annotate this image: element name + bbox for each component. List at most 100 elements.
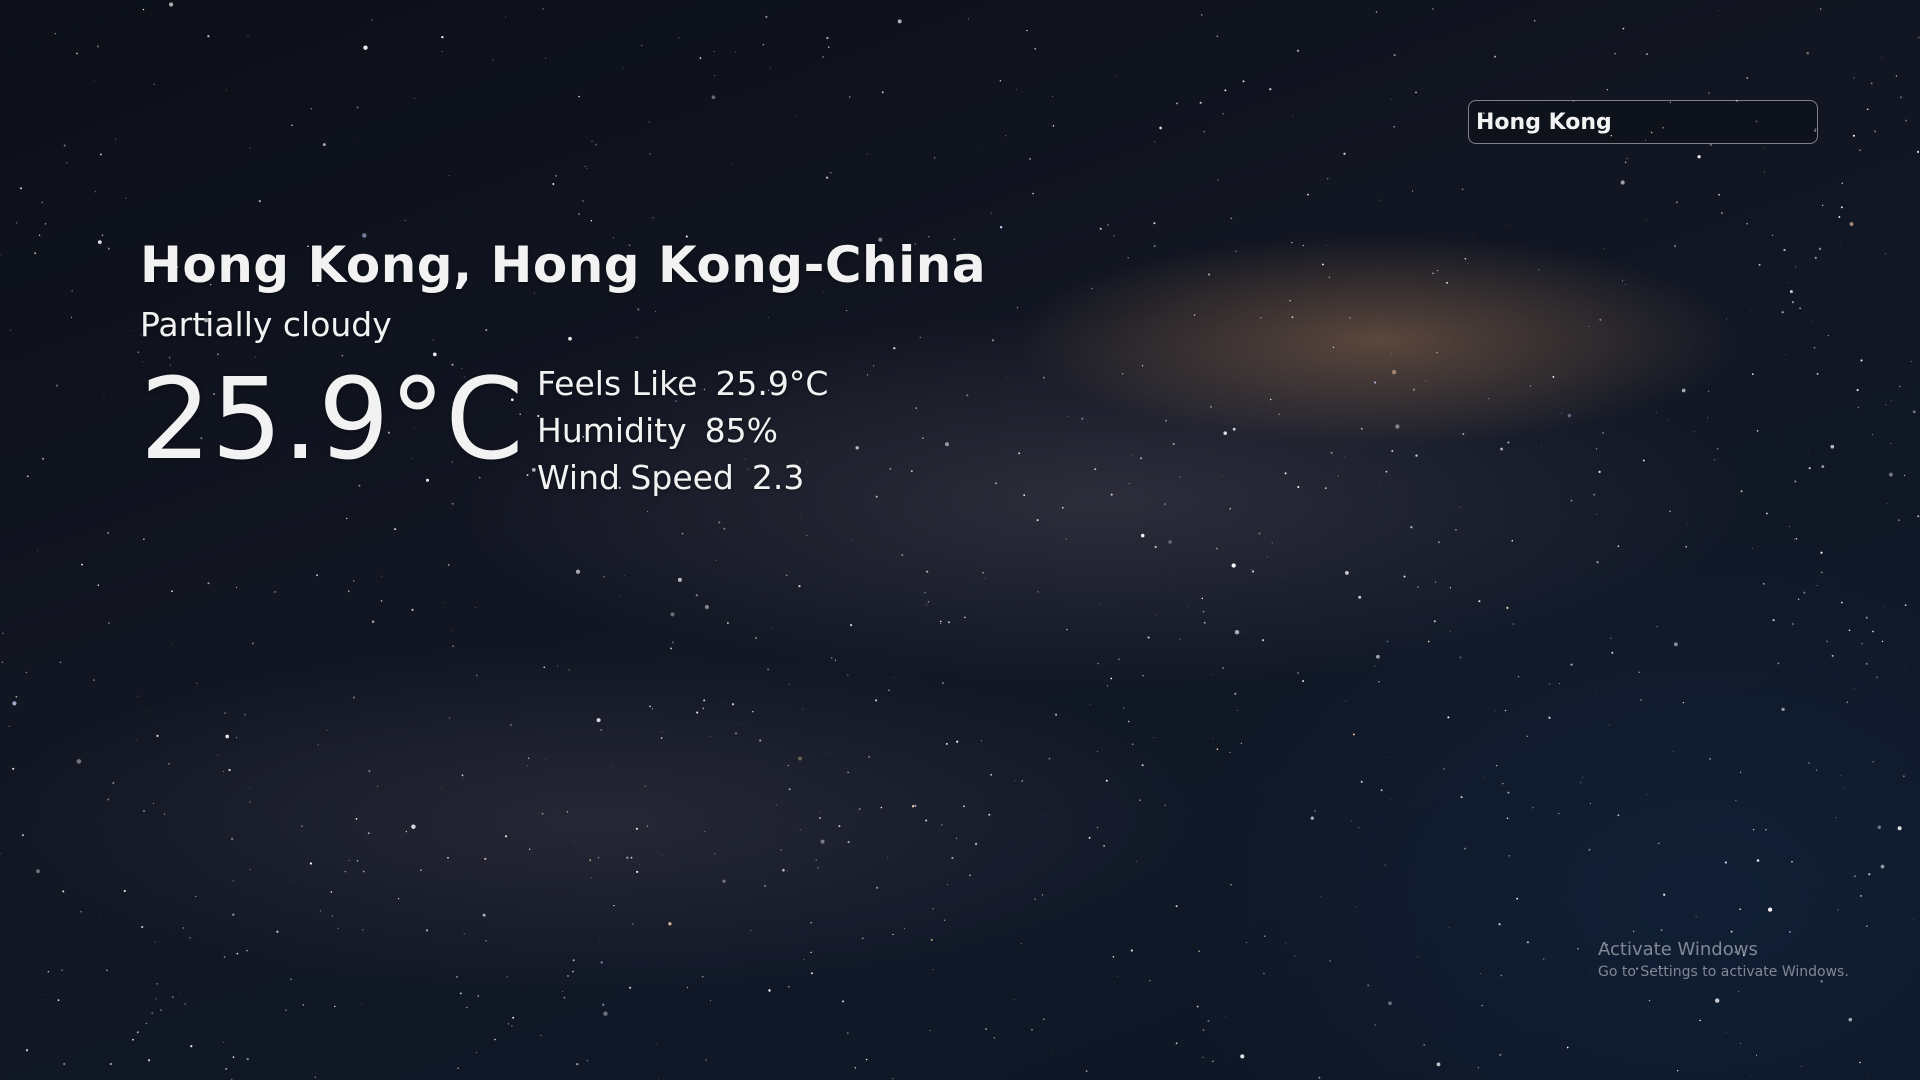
star <box>320 910 321 912</box>
star <box>1266 556 1268 558</box>
star <box>1105 779 1108 782</box>
star <box>827 46 830 48</box>
star <box>929 1029 931 1031</box>
star <box>57 999 60 1001</box>
star <box>1462 432 1465 436</box>
star <box>355 818 358 820</box>
star <box>951 856 954 859</box>
star <box>41 457 45 460</box>
star <box>1345 700 1347 702</box>
star <box>485 940 487 942</box>
star <box>1716 447 1719 450</box>
star <box>731 703 735 706</box>
star <box>1250 568 1252 571</box>
star <box>411 824 416 829</box>
star <box>1843 786 1845 788</box>
search-box[interactable] <box>1468 100 1818 144</box>
star <box>1032 192 1034 195</box>
star <box>1830 444 1835 449</box>
star <box>932 969 934 971</box>
star <box>380 575 383 577</box>
star <box>1264 935 1266 937</box>
star <box>1646 53 1648 55</box>
star <box>1122 707 1125 709</box>
star <box>1868 873 1871 876</box>
star <box>1196 1005 1199 1008</box>
star <box>232 880 234 882</box>
star <box>1808 467 1811 470</box>
star <box>309 862 313 865</box>
star <box>1822 204 1824 207</box>
star <box>1373 381 1377 384</box>
star <box>1857 406 1860 409</box>
star <box>1708 92 1710 95</box>
search-input[interactable] <box>1476 109 1803 135</box>
star <box>881 91 884 94</box>
star <box>1868 1075 1869 1077</box>
star <box>990 773 993 776</box>
star <box>686 986 689 989</box>
star <box>1411 190 1414 192</box>
star <box>224 712 226 714</box>
star <box>723 527 726 530</box>
star <box>1794 538 1796 540</box>
star <box>719 702 721 704</box>
star <box>602 1003 605 1006</box>
star <box>76 759 82 764</box>
star <box>171 644 173 646</box>
star <box>506 859 508 861</box>
star <box>600 961 603 964</box>
star <box>599 941 600 943</box>
star <box>1222 667 1224 669</box>
star <box>1448 927 1450 929</box>
star <box>61 969 63 972</box>
star <box>108 622 110 624</box>
star <box>1240 742 1243 744</box>
star <box>1348 316 1351 319</box>
star <box>925 819 928 822</box>
star <box>171 590 173 593</box>
star <box>505 16 507 18</box>
star <box>818 817 821 819</box>
star <box>946 884 948 886</box>
star <box>1020 943 1023 945</box>
star <box>787 764 789 766</box>
star <box>158 890 159 891</box>
star <box>461 774 464 777</box>
star <box>574 840 575 842</box>
star <box>646 825 649 827</box>
star <box>1211 674 1213 675</box>
star <box>988 813 991 816</box>
star <box>1517 675 1520 678</box>
star <box>1055 713 1058 716</box>
star <box>1443 768 1445 770</box>
star <box>815 859 817 861</box>
star <box>1656 626 1658 628</box>
star <box>1230 217 1233 220</box>
star <box>1739 908 1742 911</box>
star <box>344 871 346 873</box>
star <box>20 187 22 190</box>
star <box>225 734 230 739</box>
star <box>567 975 569 977</box>
star <box>711 95 716 100</box>
star <box>810 972 813 975</box>
star <box>542 8 544 10</box>
star <box>1478 600 1481 603</box>
star <box>425 929 429 932</box>
star <box>668 922 672 926</box>
star <box>1467 263 1469 265</box>
star <box>941 824 943 826</box>
star <box>926 570 929 573</box>
star <box>892 1078 894 1080</box>
star <box>982 572 984 574</box>
star <box>1561 412 1563 414</box>
activate-windows-watermark: Activate Windows Go to Settings to activ… <box>1598 938 1849 982</box>
star <box>443 602 445 603</box>
star <box>752 711 754 713</box>
star <box>356 860 359 862</box>
star <box>1202 1056 1204 1058</box>
star <box>274 591 277 593</box>
star <box>1675 201 1679 204</box>
star <box>586 1060 589 1062</box>
